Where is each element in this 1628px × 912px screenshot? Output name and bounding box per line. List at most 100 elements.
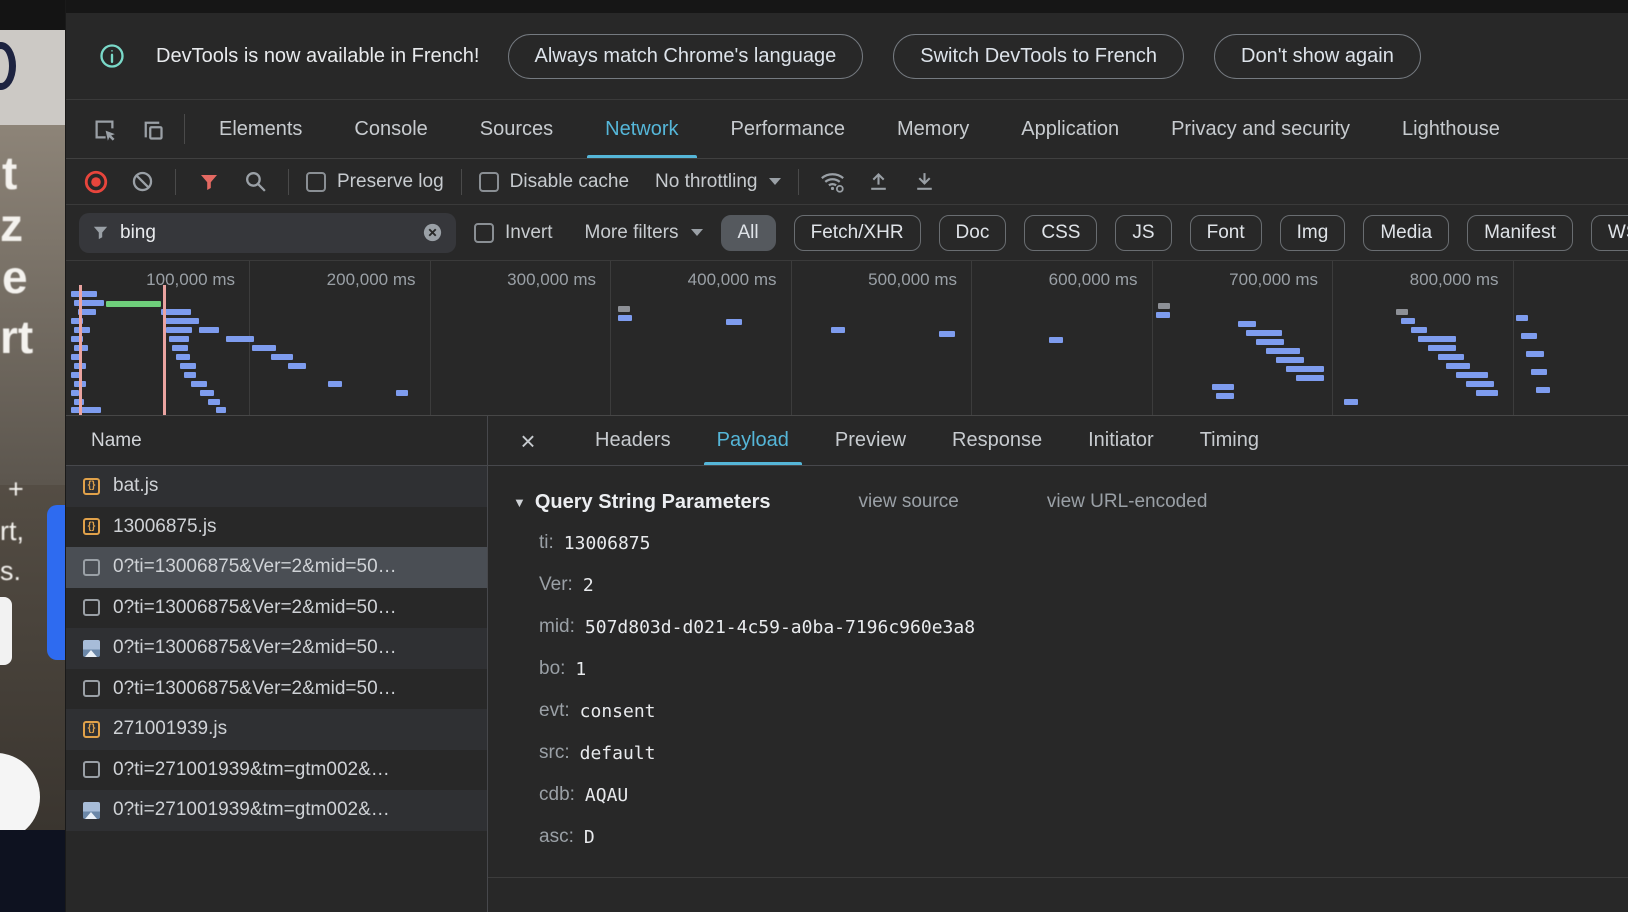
request-row[interactable]: 0?ti=13006875&Ver=2&mid=50… (66, 547, 487, 588)
disable-cache-label: Disable cache (510, 171, 629, 193)
more-filters-dropdown[interactable]: More filters (585, 222, 703, 244)
network-search-button[interactable] (239, 166, 271, 198)
resource-type-filter[interactable]: Fetch/XHR (794, 215, 921, 251)
upload-icon (866, 169, 891, 194)
filter-toggle-button[interactable] (193, 166, 225, 198)
devtools-tab[interactable]: Network (579, 100, 704, 158)
clear-network-log-button[interactable] (126, 166, 158, 198)
request-name: 0?ti=271001939&tm=gtm002&… (113, 759, 390, 781)
details-tab[interactable]: Preview (812, 416, 929, 465)
toolbar-divider (288, 169, 289, 195)
query-param-row: asc D (488, 816, 1628, 858)
details-tab[interactable]: Headers (572, 416, 694, 465)
devtools-tab[interactable]: Elements (193, 100, 328, 158)
details-tab[interactable]: Response (929, 416, 1065, 465)
param-key: Ver (539, 574, 573, 596)
infobar-action-button[interactable]: Always match Chrome's language (508, 34, 864, 79)
details-tab[interactable]: Payload (694, 416, 812, 465)
devtools-tab[interactable]: Memory (871, 100, 995, 158)
download-icon (912, 169, 937, 194)
device-toolbar-button[interactable] (128, 100, 176, 158)
resource-type-filter[interactable]: JS (1115, 215, 1171, 251)
filter-input[interactable] (120, 222, 411, 244)
chevron-down-icon (769, 178, 781, 185)
requests-name-column-header[interactable]: Name (66, 416, 487, 466)
network-conditions-button[interactable] (816, 166, 848, 198)
waterfall-bar (74, 327, 90, 333)
request-row[interactable]: 271001939.js (66, 709, 487, 750)
infobar-action-button[interactable]: Don't show again (1214, 34, 1421, 79)
disable-cache-toggle[interactable]: Disable cache (479, 171, 629, 193)
invert-checkbox[interactable] (474, 223, 494, 243)
waterfall-bar (939, 331, 955, 337)
request-name: 13006875.js (113, 516, 217, 538)
file-type-icon (83, 721, 100, 738)
chevron-down-icon (691, 229, 703, 236)
resource-type-filter[interactable]: Manifest (1467, 215, 1573, 251)
infobar-action-button[interactable]: Switch DevTools to French (893, 34, 1184, 79)
request-row[interactable]: 0?ti=271001939&tm=gtm002&… (66, 790, 487, 831)
request-name: 271001939.js (113, 718, 227, 740)
waterfall-bar (180, 363, 196, 369)
overview-time-label: 400,000 ms (627, 270, 777, 290)
overview-strip[interactable]: 100,000 ms200,000 ms300,000 ms400,000 ms… (66, 261, 1628, 416)
triangle-down-icon: ▼ (513, 495, 526, 510)
devtools-tab[interactable]: Lighthouse (1376, 100, 1526, 158)
record-network-log-button[interactable] (80, 166, 112, 198)
devtools-tabbar: ElementsConsoleSourcesNetworkPerformance… (66, 100, 1628, 159)
resource-type-filter[interactable]: All (721, 215, 776, 251)
preserve-log-checkbox[interactable] (306, 172, 326, 192)
query-param-row: ti 13006875 (488, 522, 1628, 564)
invert-filter-toggle[interactable]: Invert (474, 222, 553, 244)
resource-type-filter[interactable]: CSS (1024, 215, 1097, 251)
view-url-encoded-link[interactable]: view URL-encoded (1047, 491, 1208, 513)
page-text-fragment: + (8, 474, 24, 505)
waterfall-bar (1238, 321, 1256, 327)
resource-type-filter[interactable]: Media (1363, 215, 1449, 251)
waterfall-bar (1344, 399, 1358, 405)
details-tab[interactable]: Initiator (1065, 416, 1177, 465)
devtools-tab[interactable]: Console (328, 100, 453, 158)
disable-cache-checkbox[interactable] (479, 172, 499, 192)
devtools-tab[interactable]: Application (995, 100, 1145, 158)
details-tab[interactable]: Timing (1177, 416, 1282, 465)
page-blue-button[interactable] (47, 505, 65, 660)
tabbar-divider (184, 114, 185, 144)
devtools-tab[interactable]: Sources (454, 100, 579, 158)
clear-filter-icon[interactable] (421, 221, 444, 244)
close-details-button[interactable]: × (512, 428, 544, 454)
waterfall-bar (1411, 327, 1427, 333)
request-name: 0?ti=13006875&Ver=2&mid=50… (113, 597, 397, 619)
request-row[interactable]: bat.js (66, 466, 487, 507)
waterfall-bar (1158, 303, 1170, 309)
devtools-tab[interactable]: Privacy and security (1145, 100, 1376, 158)
request-row[interactable]: 0?ti=13006875&Ver=2&mid=50… (66, 588, 487, 629)
waterfall-bar (1521, 333, 1537, 339)
request-row[interactable]: 0?ti=13006875&Ver=2&mid=50… (66, 628, 487, 669)
export-har-button[interactable] (908, 166, 940, 198)
waterfall-bar (1446, 363, 1470, 369)
resource-type-filter[interactable]: Doc (939, 215, 1007, 251)
overview-gridline (1332, 261, 1333, 415)
request-row[interactable]: 0?ti=271001939&tm=gtm002&… (66, 750, 487, 791)
view-source-link[interactable]: view source (859, 491, 959, 513)
import-har-button[interactable] (862, 166, 894, 198)
waterfall-bar (191, 381, 207, 387)
request-row[interactable]: 13006875.js (66, 507, 487, 548)
inspect-cursor-icon (91, 116, 118, 143)
network-filter-bar: Invert More filters All Fetch/XHR Doc CSS JS… (66, 205, 1628, 261)
inspect-element-button[interactable] (80, 100, 128, 158)
language-infobar: DevTools is now available in French! Alw… (66, 13, 1628, 100)
section-divider (488, 877, 1628, 878)
resource-type-filter[interactable]: Img (1280, 215, 1346, 251)
query-string-section-toggle[interactable]: ▼ Query String Parameters (513, 491, 771, 514)
request-row[interactable]: 0?ti=13006875&Ver=2&mid=50… (66, 669, 487, 710)
preserve-log-label: Preserve log (337, 171, 444, 193)
devtools-tab[interactable]: Performance (705, 100, 872, 158)
resource-type-filter[interactable]: WS (1591, 215, 1628, 251)
waterfall-bar (618, 315, 632, 321)
throttling-select[interactable]: No throttling (655, 171, 781, 193)
device-toolbar-icon (139, 116, 166, 143)
resource-type-filter[interactable]: Font (1190, 215, 1262, 251)
preserve-log-toggle[interactable]: Preserve log (306, 171, 444, 193)
